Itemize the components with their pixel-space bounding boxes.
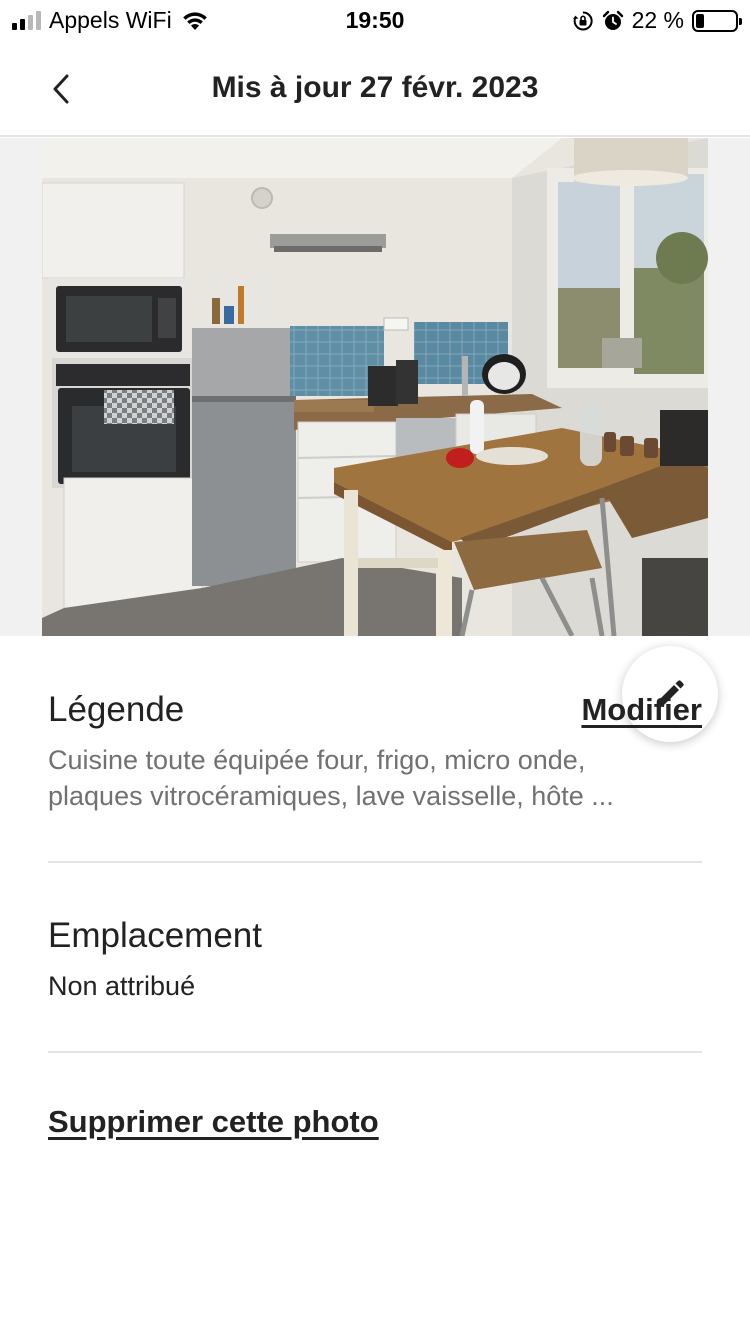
caption-text: Cuisine toute équipée four, frigo, micro… <box>48 742 702 814</box>
edit-caption-link[interactable]: Modifier <box>581 690 702 730</box>
carrier-name: Appels WiFi <box>49 7 172 33</box>
location-section: Emplacement Non attribué <box>48 916 702 1004</box>
status-bar-right: 22 % <box>572 7 742 34</box>
location-value: Non attribué <box>48 971 196 1001</box>
orientation-lock-icon <box>572 10 593 30</box>
signal-icon <box>12 10 41 30</box>
divider <box>48 861 702 863</box>
alarm-icon <box>602 10 623 30</box>
header: Mis à jour 27 févr. 2023 <box>0 40 750 137</box>
status-bar: Appels WiFi 19:50 22 % <box>0 0 750 40</box>
status-bar-left: Appels WiFi <box>12 7 210 33</box>
photo-container <box>0 138 750 742</box>
location-title: Emplacement <box>48 916 262 955</box>
delete-photo-link[interactable]: Supprimer cette photo <box>48 1102 379 1142</box>
battery-icon <box>692 9 742 32</box>
caption-line-2: plaques vitrocéramiques, lave vaisselle,… <box>48 781 614 811</box>
divider <box>48 1051 702 1053</box>
page-title: Mis à jour 27 févr. 2023 <box>211 71 539 104</box>
wifi-icon <box>182 12 207 30</box>
caption-line-1: Cuisine toute équipée four, frigo, micro… <box>48 745 586 775</box>
battery-percent: 22 % <box>631 7 684 33</box>
kitchen-photo <box>42 138 708 636</box>
caption-section: Légende Modifier Cuisine toute équipée f… <box>48 690 702 814</box>
